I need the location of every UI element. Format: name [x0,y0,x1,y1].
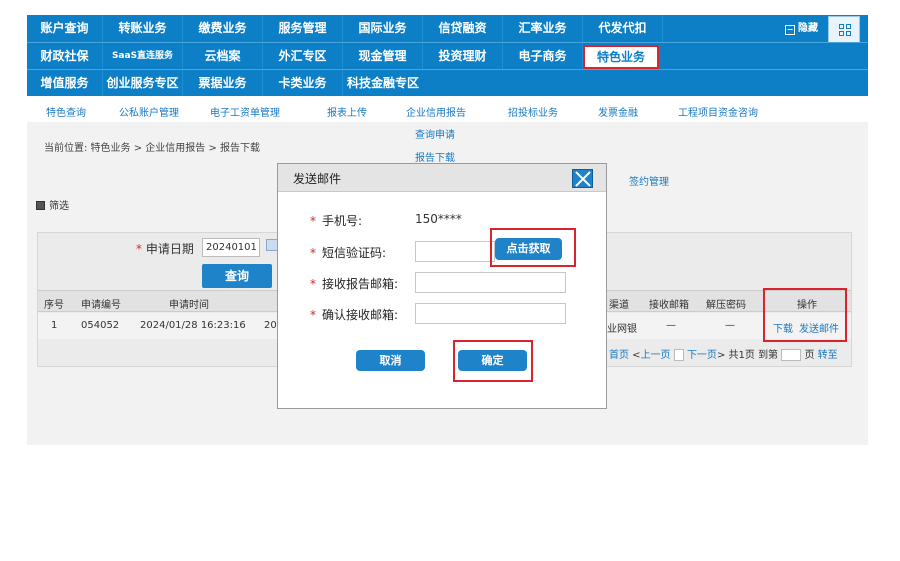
subnav-project-funds[interactable]: 工程项目资金咨询 [678,104,758,119]
breadcrumb: 当前位置: 特色业务 > 企业信用报告 > 报告下载 [44,143,261,154]
nav-row-1: 账户查询 转账业务 缴费业务 服务管理 国际业务 信贷融资 汇率业务 代发代扣 … [27,15,868,43]
get-code-button[interactable]: 点击获取 [495,238,562,260]
subnav-invoice-finance[interactable]: 发票金融 [598,104,638,119]
nav-item-credit[interactable]: 信贷融资 [423,15,503,42]
th-password: 解压密码 [706,300,746,311]
th-email: 接收邮箱 [649,300,689,311]
dialog-title: 发送邮件 [293,172,342,186]
cell-time-tail: 20 [264,320,277,331]
subnav-bidding[interactable]: 招投标业务 [508,104,558,119]
page-box [673,349,684,361]
nav-item-payroll[interactable]: 代发代扣 [583,15,663,42]
confirm-email-label: * 确认接收邮箱: [310,308,399,322]
nav-item-bills[interactable]: 票据业务 [183,70,263,97]
nav-item-exchange-rate[interactable]: 汇率业务 [503,15,583,42]
date-input[interactable]: 20240101 [202,238,260,257]
nav-item-tech-finance[interactable]: 科技金融专区 [343,70,423,97]
nav-item-service-management[interactable]: 服务管理 [263,15,343,42]
nav-item-startup[interactable]: 创业服务专区 [103,70,183,97]
th-index: 序号 [44,300,64,311]
th-number: 申请编号 [81,300,121,311]
grid-menu-icon[interactable] [828,16,860,43]
confirm-email-input[interactable] [415,303,566,324]
phone-value: 150**** [415,212,462,226]
page-total: 共1页 [728,350,755,361]
filter-toggle[interactable]: 筛选 [36,197,69,212]
nav-item-cloud-archive[interactable]: 云档案 [183,43,263,70]
cell-index: 1 [51,320,58,331]
sms-code-label: * 短信验证码: [310,246,387,260]
filter-label: 筛选 [49,201,69,212]
cell-channel: 业网银 [607,324,637,335]
hide-toggle[interactable]: − 隐藏 [785,19,818,35]
subnav-account-management[interactable]: 公私账户管理 [119,104,179,119]
subnav-credit-report[interactable]: 企业信用报告 [406,104,466,119]
send-email-dialog: 发送邮件 * 手机号: 150**** * 短信验证码: 点击获取 * 接收报告邮箱:… [277,163,607,409]
date-label: * 申请日期 [136,242,194,256]
confirm-button[interactable]: 确定 [458,350,527,371]
next-page-link[interactable]: 下一页 [687,350,717,361]
collapse-icon: − [785,25,795,35]
nav-item-cards[interactable]: 卡类业务 [263,70,343,97]
th-channel: 渠道 [609,300,629,311]
cell-time: 2024/01/28 16:23:16 [140,320,246,331]
close-icon[interactable] [572,169,593,188]
nav-item-forex[interactable]: 外汇专区 [263,43,343,70]
action-highlight [763,288,847,342]
nav-item-cash-management[interactable]: 现金管理 [343,43,423,70]
dropdown-query-apply[interactable]: 查询申请 [415,126,455,141]
nav-item-value-added[interactable]: 增值服务 [27,70,103,97]
nav-row-2: 财政社保 SaaS直连服务 云档案 外汇专区 现金管理 投资理财 电子商务 特色… [27,42,868,70]
prev-page-link[interactable]: 上一页 [641,350,671,361]
email-label: * 接收报告邮箱: [310,277,399,291]
th-time: 申请时间 [169,300,209,311]
subnav-payslip[interactable]: 电子工资单管理 [210,104,280,119]
query-button[interactable]: 查询 [202,264,272,288]
nav-item-account-query[interactable]: 账户查询 [27,15,103,42]
dialog-header: 发送邮件 [278,164,606,192]
nav-row-3: 增值服务 创业服务专区 票据业务 卡类业务 科技金融专区 [27,69,868,97]
first-page-link[interactable]: 首页 [609,350,629,361]
nav-item-ecommerce[interactable]: 电子商务 [503,43,583,70]
cell-email: — [666,320,676,331]
nav-item-transfer[interactable]: 转账业务 [103,15,183,42]
goto-button[interactable]: 转至 [818,350,838,361]
nav-item-payment[interactable]: 缴费业务 [183,15,263,42]
dropdown-report-download[interactable]: 报告下载 [415,149,455,164]
hide-label: 隐藏 [798,23,818,34]
goto-page-input[interactable] [781,349,802,361]
cell-password: — [725,320,735,331]
nav-item-international[interactable]: 国际业务 [343,15,423,42]
cell-number: 054052 [81,320,120,331]
pagination: 首页 <上一页 下一页> 共1页 到第 页 转至 [609,349,838,361]
nav-item-investment[interactable]: 投资理财 [423,43,503,70]
top-navigation: 账户查询 转账业务 缴费业务 服务管理 国际业务 信贷融资 汇率业务 代发代扣 … [27,15,868,97]
phone-label: * 手机号: [310,214,363,228]
sms-code-input[interactable] [415,241,495,262]
subnav-special-query[interactable]: 特色查询 [46,104,86,119]
nav-item-special-business[interactable]: 特色业务 [583,45,659,69]
goto-label: 到第 [758,350,779,361]
page-unit: 页 [804,350,815,361]
checkbox-icon [36,201,45,210]
signing-management-link[interactable]: 签约管理 [629,173,669,188]
nav-item-finance-social[interactable]: 财政社保 [27,43,103,70]
cancel-button[interactable]: 取消 [356,350,425,371]
sub-navigation: 特色查询 公私账户管理 电子工资单管理 报表上传 企业信用报告 招投标业务 发票… [27,96,868,122]
subnav-report-upload[interactable]: 报表上传 [327,104,367,119]
email-input[interactable] [415,272,566,293]
nav-item-saas[interactable]: SaaS直连服务 [103,43,183,70]
